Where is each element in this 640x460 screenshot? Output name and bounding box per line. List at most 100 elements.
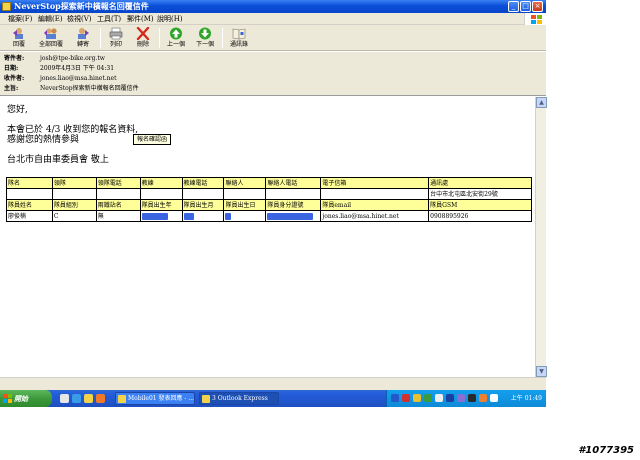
address-book-icon <box>232 28 246 40</box>
message-header: 寄件者: josh@tpe-bike.org.tw 日期: 2009年4月3日 … <box>0 52 546 96</box>
message-body[interactable]: 您好, 本會已於 4/3 收到您的報名資料, 感謝您的熱情參與 台北市自由車委員… <box>0 97 535 377</box>
browser-window-icon <box>118 395 126 403</box>
table-cell: 台中市北屯區北安街29號 <box>428 188 532 200</box>
scroll-down-arrow-icon[interactable]: ▼ <box>536 366 547 377</box>
toolbar-separator <box>100 28 101 48</box>
reply-icon <box>13 28 23 39</box>
reply-button[interactable]: 回覆 <box>4 26 34 50</box>
registration-table: 隊名 領隊 領隊電話 教練 教練電話 聯絡人 聯絡人電話 電子信箱 通訊處 台中… <box>6 177 532 222</box>
mail-window-icon <box>202 395 210 403</box>
date-label: 日期: <box>4 65 19 72</box>
redacted-cell <box>223 210 267 222</box>
taskbar-button-mobile01[interactable]: Mobile01 發表回應 - ... <box>115 392 195 405</box>
table-cell: 0908895926 <box>428 210 532 222</box>
tray-icon[interactable] <box>424 394 432 402</box>
toolbar-separator <box>222 28 223 48</box>
from-value[interactable]: josh@tpe-bike.org.tw <box>40 54 105 63</box>
table-header-cell: 隊員出生年 <box>139 199 183 211</box>
redaction-mask <box>183 212 194 220</box>
volume-icon[interactable] <box>490 394 498 402</box>
tray-icon[interactable] <box>468 394 476 402</box>
address-book-button[interactable]: 通訊錄 <box>225 26 253 50</box>
tray-icon[interactable] <box>446 394 454 402</box>
down-arrow-icon <box>199 27 211 40</box>
table-header-cell: 領隊電話 <box>95 177 141 189</box>
redacted-cell <box>181 210 225 222</box>
table-header-cell: 聯絡人電話 <box>265 177 322 189</box>
table-cell <box>181 188 225 200</box>
printer-icon <box>109 27 123 40</box>
redacted-cell <box>139 210 183 222</box>
start-label: 開始 <box>14 394 28 403</box>
table-cell <box>6 188 53 200</box>
reply-all-icon <box>44 28 57 39</box>
delete-x-icon <box>136 27 150 40</box>
watermark: #1077395 <box>578 445 634 456</box>
start-button[interactable]: 開始 <box>0 390 52 407</box>
menu-file[interactable]: 檔案(F) <box>8 14 32 24</box>
table-cell <box>320 188 430 200</box>
delete-button[interactable]: 刪除 <box>130 26 156 50</box>
body-line-2: 感謝您的熱情參與 <box>7 135 80 145</box>
internet-explorer-icon[interactable] <box>72 394 81 403</box>
forward-icon <box>78 28 89 39</box>
window-title: NeverStop探索新中橫報名回覆信件 <box>14 1 149 11</box>
menu-bar: 檔案(F) 編輯(E) 檢視(V) 工具(T) 郵件(M) 說明(H) <box>0 13 546 25</box>
vertical-scrollbar[interactable]: ▲ ▼ <box>535 97 547 377</box>
redaction-mask <box>141 212 168 220</box>
menu-message[interactable]: 郵件(M) <box>127 14 154 24</box>
table-header-cell: 隊員身分證號 <box>265 199 322 211</box>
table-cell: 廖俊楠 <box>6 210 53 222</box>
table-header-cell: 教練電話 <box>181 177 225 189</box>
windows-flag-icon <box>3 394 12 403</box>
table-cell: C <box>51 210 97 222</box>
tray-icon[interactable] <box>391 394 399 402</box>
table-header-cell: 隊員email <box>320 199 430 211</box>
system-tray: 上午 01:49 <box>386 390 546 407</box>
greeting-text: 您好, <box>7 105 28 115</box>
table-header-row: 隊名 領隊 領隊電話 教練 教練電話 聯絡人 聯絡人電話 電子信箱 通訊處 <box>6 177 532 189</box>
scroll-up-arrow-icon[interactable]: ▲ <box>536 97 547 108</box>
table-header-cell: 通訊處 <box>428 177 532 189</box>
close-button[interactable]: × <box>532 1 543 12</box>
table-header-cell: 隊員姓名 <box>6 199 53 211</box>
quick-launch-icon[interactable] <box>96 394 105 403</box>
next-button[interactable]: 下一個 <box>191 26 219 50</box>
table-cell <box>265 188 322 200</box>
status-bar <box>0 377 546 390</box>
show-desktop-icon[interactable] <box>60 394 69 403</box>
forward-button[interactable]: 轉寄 <box>68 26 98 50</box>
tray-icon[interactable] <box>402 394 410 402</box>
title-bar[interactable]: NeverStop探索新中橫報名回覆信件 _ □ × <box>0 0 546 13</box>
tray-icon[interactable] <box>479 394 487 402</box>
table-cell: 無 <box>95 210 141 222</box>
up-arrow-icon <box>170 27 182 40</box>
tray-icon[interactable] <box>413 394 421 402</box>
taskbar-button-outlook[interactable]: 3 Outlook Express <box>199 392 279 405</box>
menu-help[interactable]: 說明(H) <box>157 14 183 24</box>
table-header-cell: 隊員出生月 <box>181 199 225 211</box>
tray-icon[interactable] <box>435 394 443 402</box>
windows-logo-icon <box>524 13 546 25</box>
toolbar-separator <box>159 28 160 48</box>
signature-text: 台北市自由車委員會 敬上 <box>7 155 109 165</box>
table-header-cell: 隊員出生日 <box>223 199 267 211</box>
clock[interactable]: 上午 01:49 <box>511 390 542 407</box>
table-header-cell: 教練 <box>139 177 183 189</box>
menu-view[interactable]: 檢視(V) <box>67 14 92 24</box>
to-value[interactable]: jones.liao@msa.hinet.net <box>40 74 117 83</box>
outlook-express-icon[interactable] <box>84 394 93 403</box>
tray-icon[interactable] <box>457 394 465 402</box>
maximize-button[interactable]: □ <box>520 1 531 12</box>
subject-value: NeverStop探索新中橫報名回覆信件 <box>40 85 139 92</box>
table-cell <box>51 188 97 200</box>
print-button[interactable]: 列印 <box>103 26 129 50</box>
menu-tools[interactable]: 工具(T) <box>97 14 121 24</box>
table-header-cell: 隊員GSM <box>428 199 532 211</box>
reply-all-button[interactable]: 全部回覆 <box>34 26 68 50</box>
previous-button[interactable]: 上一個 <box>162 26 190 50</box>
table-cell <box>139 188 183 200</box>
menu-edit[interactable]: 編輯(E) <box>38 14 63 24</box>
table-header-cell: 電子信箱 <box>320 177 430 189</box>
minimize-button[interactable]: _ <box>508 1 519 12</box>
